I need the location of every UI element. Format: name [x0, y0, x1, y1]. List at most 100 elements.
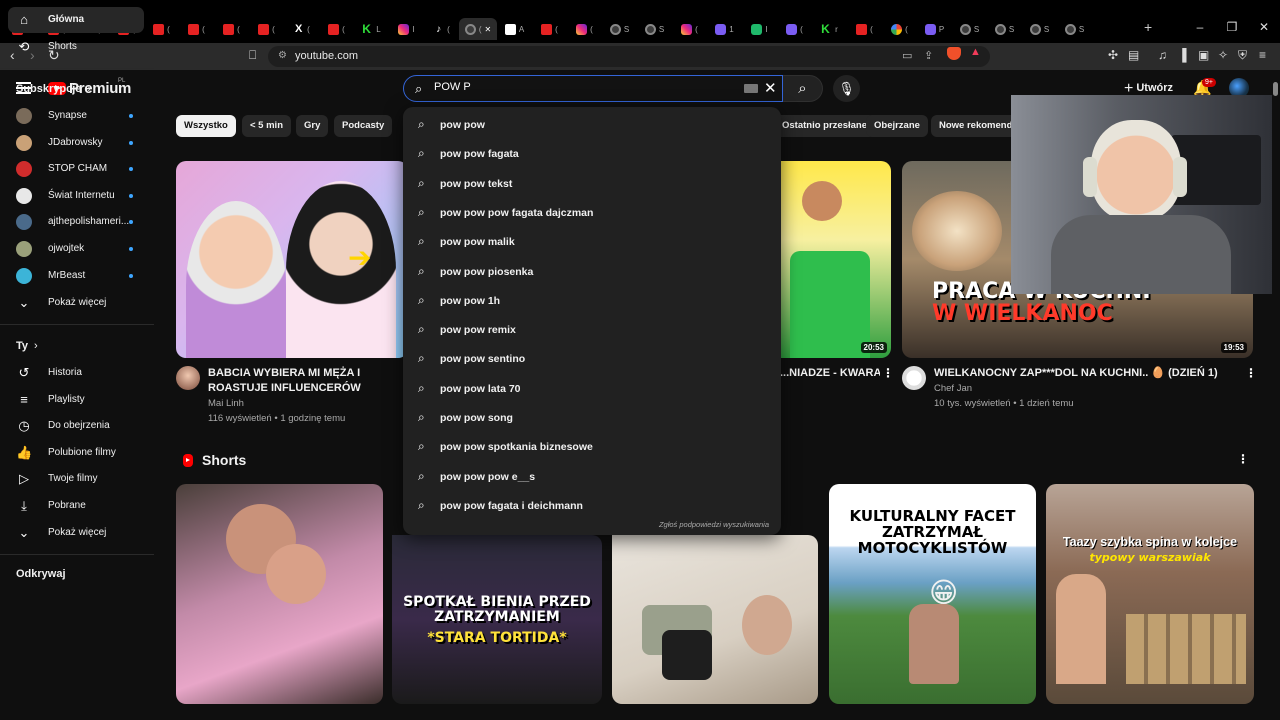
search-suggestion[interactable]: ⌕ pow pow piosenka: [403, 257, 781, 286]
tab-search-icon[interactable]: ▤: [1128, 48, 1139, 62]
search-suggestion[interactable]: ⌕ pow pow fagata i deichmann: [403, 491, 781, 520]
browser-tab[interactable]: P: [917, 18, 952, 40]
browser-tab[interactable]: ♪(: [424, 18, 459, 40]
sidebar-item[interactable]: ⌄ Pokaż więcej: [8, 290, 144, 316]
browser-tab[interactable]: S: [637, 18, 672, 40]
more-options-icon[interactable]: ⋮: [1237, 452, 1249, 466]
cast-icon[interactable]: ▭: [902, 49, 912, 62]
clear-search-icon[interactable]: ✕: [764, 79, 777, 97]
browser-tab[interactable]: S: [987, 18, 1022, 40]
report-suggestions-link[interactable]: Zgłoś podpowiedzi wyszukiwania: [659, 520, 769, 529]
short-card[interactable]: KULTURALNY FACET ZATRZYMAŁ MOTOCYKLISTÓW…: [829, 484, 1036, 704]
short-card[interactable]: SPOTKAŁ BIENIA PRZED ZATRZYMANIEM *STARA…: [392, 535, 602, 704]
video-title[interactable]: WIELKANOCNY ZAP***DOL NA KUCHNI.. 🥚 (DZI…: [934, 366, 1234, 381]
filter-chip[interactable]: Ostatnio przesłane: [774, 115, 875, 137]
short-card[interactable]: Taazy szybka spina w kolejce typowy wars…: [1046, 484, 1254, 704]
sidebar-item[interactable]: ≡ Playlisty: [8, 387, 144, 413]
sidebar-item[interactable]: ojwojtek: [8, 236, 144, 262]
video-thumbnail[interactable]: 20:53: [780, 161, 891, 358]
sidebar-item[interactable]: Synapse: [8, 103, 144, 129]
search-suggestion[interactable]: ⌕ pow pow pow e__s: [403, 462, 781, 491]
sidebar-item[interactable]: ⤓ Pobrane: [8, 493, 144, 519]
search-suggestion[interactable]: ⌕ pow pow pow fagata dajczman: [403, 198, 781, 227]
browser-tab[interactable]: S: [952, 18, 987, 40]
sidebar-item[interactable]: ⌄ Pokaż więcej: [8, 520, 144, 546]
browser-tab[interactable]: I: [742, 18, 777, 40]
restore-icon[interactable]: ❐: [1216, 20, 1248, 34]
filter-chip[interactable]: Obejrzane: [866, 115, 928, 137]
sidebar-item[interactable]: ajthepolishameri...: [8, 209, 144, 235]
media-icon[interactable]: ♫: [1158, 48, 1167, 62]
sidebar-item[interactable]: Świat Internetu: [8, 183, 144, 209]
vpn-icon[interactable]: ⛨: [1238, 48, 1247, 63]
video-title[interactable]: ...NIADZE - KWARA: [780, 366, 880, 381]
share-icon[interactable]: ⇪: [924, 49, 933, 62]
search-suggestion[interactable]: ⌕ pow pow song: [403, 403, 781, 432]
browser-tab[interactable]: (: [249, 18, 284, 40]
page-scrollbar[interactable]: [1272, 70, 1280, 710]
search-box[interactable]: ⌕ ✕: [403, 75, 783, 102]
search-suggestion[interactable]: ⌕ pow pow: [403, 110, 781, 139]
browser-tab[interactable]: A: [497, 18, 532, 40]
browser-tab[interactable]: (: [882, 18, 917, 40]
close-tab-icon[interactable]: ✕: [484, 25, 491, 34]
channel-avatar[interactable]: [902, 366, 926, 390]
scrollbar-thumb[interactable]: [1273, 82, 1278, 96]
browser-tab[interactable]: KL: [354, 18, 389, 40]
sidebar-item[interactable]: ◷ Do obejrzenia: [8, 413, 144, 439]
menu-icon[interactable]: ≡: [1259, 48, 1266, 62]
search-suggestion[interactable]: ⌕ pow pow sentino: [403, 344, 781, 373]
sidebar-item[interactable]: JDabrowsky: [8, 130, 144, 156]
search-suggestion[interactable]: ⌕ pow pow lata 70: [403, 374, 781, 403]
keyboard-icon[interactable]: [744, 84, 758, 93]
search-suggestion[interactable]: ⌕ pow pow malik: [403, 227, 781, 256]
short-card[interactable]: [176, 484, 383, 704]
sidebar-item[interactable]: ↺ Historia: [8, 360, 144, 386]
search-suggestion[interactable]: ⌕ pow pow 1h: [403, 286, 781, 315]
search-suggestion[interactable]: ⌕ pow pow spotkania biznesowe: [403, 432, 781, 461]
browser-tab[interactable]: I: [389, 18, 424, 40]
filter-chip[interactable]: Gry: [296, 115, 329, 137]
minimize-icon[interactable]: –: [1184, 20, 1216, 34]
search-input[interactable]: [434, 81, 734, 93]
browser-tab[interactable]: (: [847, 18, 882, 40]
browser-tab[interactable]: (: [179, 18, 214, 40]
browser-tab[interactable]: (: [144, 18, 179, 40]
search-suggestion[interactable]: ⌕ pow pow fagata: [403, 139, 781, 168]
browser-tab[interactable]: (: [672, 18, 707, 40]
browser-tab[interactable]: (: [214, 18, 249, 40]
leo-icon[interactable]: ✧: [1218, 48, 1228, 62]
browser-tab[interactable]: (: [567, 18, 602, 40]
sidebar-item[interactable]: ▷ Twoje filmy: [8, 466, 144, 492]
sidebar-icon[interactable]: ▐: [1178, 48, 1187, 62]
voice-search-button[interactable]: 🎙: [833, 75, 860, 102]
wallet-icon[interactable]: ▣: [1198, 48, 1209, 62]
video-thumbnail[interactable]: ➔: [176, 161, 408, 358]
browser-tab[interactable]: S: [602, 18, 637, 40]
browser-tab[interactable]: S: [1057, 18, 1092, 40]
brave-rewards-icon[interactable]: ▲: [970, 46, 981, 58]
browser-tab[interactable]: S: [1022, 18, 1057, 40]
browser-tab[interactable]: (✕: [459, 18, 497, 40]
channel-name[interactable]: Mai Linh: [208, 396, 244, 411]
sidebar-section-title[interactable]: Ty ›: [16, 340, 38, 352]
browser-tab[interactable]: 1: [707, 18, 742, 40]
extensions-icon[interactable]: ✣: [1108, 48, 1118, 62]
filter-chip[interactable]: Nowe rekomenda: [931, 115, 1011, 137]
channel-name[interactable]: Chef Jan: [934, 381, 972, 396]
search-button[interactable]: ⌕: [783, 75, 823, 102]
short-card[interactable]: [612, 535, 818, 704]
sidebar-item[interactable]: MrBeast: [8, 263, 144, 289]
bookmark-icon[interactable]: ⎕: [249, 48, 256, 63]
search-suggestion[interactable]: ⌕ pow pow tekst: [403, 169, 781, 198]
browser-tab[interactable]: (: [319, 18, 354, 40]
sidebar-section-title[interactable]: Odkrywaj: [16, 568, 66, 580]
channel-avatar[interactable]: [176, 366, 200, 390]
more-options-icon[interactable]: ⋮: [882, 366, 894, 380]
sidebar-item[interactable]: 👍 Polubione filmy: [8, 440, 144, 466]
browser-tab[interactable]: X(: [284, 18, 319, 40]
new-tab-button[interactable]: +: [1144, 19, 1152, 35]
sidebar-item[interactable]: STOP CHAM: [8, 156, 144, 182]
sidebar-section-title[interactable]: Subskrypcje ›: [16, 83, 91, 95]
browser-tab[interactable]: Kr: [812, 18, 847, 40]
